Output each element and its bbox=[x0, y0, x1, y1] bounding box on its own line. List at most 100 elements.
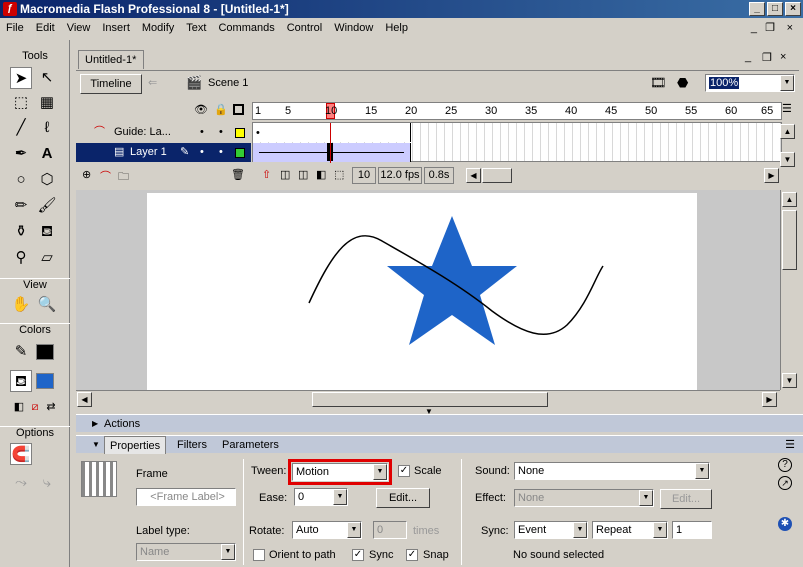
layer-visible-dot[interactable]: • bbox=[200, 143, 204, 162]
layer-outline-swatch[interactable] bbox=[235, 148, 245, 158]
center-frame-icon[interactable]: ⇧ bbox=[262, 168, 271, 181]
doc-restore-button[interactable]: ❐ bbox=[759, 18, 781, 38]
brush-tool-icon[interactable]: 🖌 bbox=[36, 195, 58, 217]
sound-sync-select[interactable]: Event ▼ bbox=[514, 521, 588, 539]
tab-properties[interactable]: Properties bbox=[104, 436, 167, 454]
zoom-tool-icon[interactable]: 🔍 bbox=[36, 294, 58, 316]
add-guide-icon[interactable]: ⌒ bbox=[100, 168, 111, 184]
repeat-count-input[interactable]: 1 bbox=[672, 521, 712, 539]
panel-restore-icon[interactable]: ❐ bbox=[762, 51, 772, 64]
free-transform-tool-icon[interactable]: ⬚ bbox=[10, 92, 32, 114]
menu-text[interactable]: Text bbox=[180, 18, 212, 38]
ease-edit-button[interactable]: Edit... bbox=[376, 488, 430, 508]
layer-lock-dot[interactable]: • bbox=[219, 123, 223, 142]
timeline-scroll-down[interactable]: ▼ bbox=[780, 152, 795, 167]
oval-tool-icon[interactable]: ○ bbox=[10, 169, 32, 191]
text-tool-icon[interactable]: A bbox=[36, 143, 58, 165]
arrow-tool-icon[interactable]: ➤ bbox=[10, 67, 32, 89]
insert-folder-icon[interactable]: 🗀 bbox=[118, 168, 129, 187]
layer-outline-swatch[interactable] bbox=[235, 128, 245, 138]
tab-filters[interactable]: Filters bbox=[177, 436, 207, 454]
timeline-scroll-up[interactable]: ▲ bbox=[780, 124, 795, 139]
stage-scroll-down[interactable]: ▼ bbox=[782, 373, 797, 388]
paint-bucket-tool-icon[interactable]: ⛾ bbox=[36, 221, 58, 243]
tween-select[interactable]: Motion ▼ bbox=[292, 463, 388, 481]
document-tab[interactable]: Untitled-1* bbox=[78, 50, 144, 69]
timeline-menu-icon[interactable]: ☰ bbox=[782, 102, 792, 115]
stage-hscroll[interactable]: ◀ ▶ bbox=[76, 390, 780, 407]
fps-field[interactable]: 12.0 fps bbox=[378, 167, 422, 184]
menu-help[interactable]: Help bbox=[379, 18, 414, 38]
zoom-select[interactable]: 100% ▼ bbox=[705, 74, 795, 92]
outline-icon[interactable] bbox=[233, 104, 244, 115]
snap-checkbox[interactable]: ✓ bbox=[406, 549, 418, 561]
repeat-select[interactable]: Repeat ▼ bbox=[592, 521, 668, 539]
fill-color-swatch[interactable] bbox=[36, 373, 54, 389]
tab-parameters[interactable]: Parameters bbox=[222, 436, 279, 454]
lock-icon[interactable]: 🔒 bbox=[214, 103, 228, 116]
scale-checkbox[interactable]: ✓ bbox=[398, 465, 410, 477]
panel-options-icon[interactable]: ☰ bbox=[785, 436, 795, 454]
timeline-scroll-left[interactable]: ◀ bbox=[466, 168, 481, 183]
menu-control[interactable]: Control bbox=[281, 18, 328, 38]
timeline-hscroll-thumb[interactable] bbox=[482, 168, 512, 183]
menu-modify[interactable]: Modify bbox=[136, 18, 180, 38]
stage[interactable] bbox=[147, 193, 697, 390]
menu-insert[interactable]: Insert bbox=[96, 18, 136, 38]
tween-frame-span[interactable] bbox=[253, 143, 411, 162]
onion-markers-icon[interactable]: ⬚ bbox=[334, 168, 344, 181]
panel-close-icon[interactable]: × bbox=[780, 51, 786, 63]
frame-label-input[interactable]: <Frame Label> bbox=[136, 488, 236, 506]
menu-view[interactable]: View bbox=[61, 18, 97, 38]
timeline-scroll-right[interactable]: ▶ bbox=[764, 168, 779, 183]
sound-select[interactable]: None ▼ bbox=[514, 462, 710, 480]
actions-panel-header[interactable]: ▶ Actions bbox=[76, 414, 803, 432]
collapse-props-icon[interactable]: ▼ bbox=[92, 436, 100, 454]
close-button[interactable]: × bbox=[785, 2, 801, 16]
snap-magnet-icon[interactable]: 🧲 bbox=[10, 443, 32, 465]
ink-bottle-tool-icon[interactable]: ⚱ bbox=[10, 221, 32, 243]
line-tool-icon[interactable]: ╱ bbox=[10, 117, 32, 139]
menu-file[interactable]: File bbox=[0, 18, 30, 38]
stage-scroll-left[interactable]: ◀ bbox=[77, 392, 92, 407]
stroke-color-swatch[interactable] bbox=[36, 344, 54, 360]
sync-checkbox[interactable]: ✓ bbox=[352, 549, 364, 561]
minimize-button[interactable]: _ bbox=[749, 2, 765, 16]
edit-symbols-icon[interactable]: ⬣ bbox=[677, 75, 688, 91]
frame-ruler[interactable]: 1 5 10 15 20 25 30 35 40 45 50 55 60 65 bbox=[252, 102, 782, 120]
eye-icon[interactable]: 👁 bbox=[194, 103, 208, 116]
edit-scene-icon[interactable]: 🎞 bbox=[650, 75, 667, 91]
frames-grid[interactable]: • bbox=[252, 122, 782, 163]
lasso-tool-icon[interactable]: ℓ bbox=[36, 117, 58, 139]
stage-hscroll-thumb[interactable] bbox=[312, 392, 548, 407]
onion-outline-icon[interactable]: ◫ bbox=[298, 168, 308, 181]
menu-commands[interactable]: Commands bbox=[212, 18, 280, 38]
insert-layer-icon[interactable]: ⊕ bbox=[82, 168, 91, 181]
blue-star[interactable] bbox=[387, 216, 517, 345]
pencil-tool-icon[interactable]: ✏ bbox=[10, 195, 32, 217]
rotate-select[interactable]: Auto ▼ bbox=[292, 521, 362, 539]
layer-lock-dot[interactable]: • bbox=[219, 143, 223, 162]
layer-visible-dot[interactable]: • bbox=[200, 123, 204, 142]
layer-row-layer1[interactable]: ▤ Layer 1 ✎ • • bbox=[76, 143, 251, 162]
effect-edit-button[interactable]: Edit... bbox=[660, 489, 712, 509]
eyedropper-tool-icon[interactable]: ⚲ bbox=[10, 247, 32, 269]
stage-vscroll[interactable]: ▲ ▼ bbox=[780, 190, 799, 390]
ease-input[interactable]: 0 ▼ bbox=[294, 488, 348, 506]
help-icon[interactable]: ? bbox=[778, 458, 792, 472]
eraser-tool-icon[interactable]: ▱ bbox=[36, 247, 58, 269]
accessibility-person-icon[interactable]: ✱ bbox=[778, 517, 792, 531]
pen-tool-icon[interactable]: ✒ bbox=[10, 143, 32, 165]
maximize-button[interactable]: □ bbox=[767, 2, 783, 16]
stage-vscroll-thumb[interactable] bbox=[782, 210, 797, 270]
doc-close-button[interactable]: × bbox=[781, 18, 799, 38]
accessibility-icon[interactable]: ↗ bbox=[778, 476, 792, 490]
hand-tool-icon[interactable]: ✋ bbox=[10, 294, 32, 316]
polystar-tool-icon[interactable]: ⬡ bbox=[36, 169, 58, 191]
onion-skin-icon[interactable]: ◫ bbox=[280, 168, 290, 181]
stage-scroll-up[interactable]: ▲ bbox=[782, 192, 797, 207]
menu-edit[interactable]: Edit bbox=[30, 18, 61, 38]
guide-frame-span[interactable]: • bbox=[253, 123, 411, 142]
trash-icon[interactable]: 🗑 bbox=[231, 168, 245, 181]
timeline-button[interactable]: Timeline bbox=[80, 74, 142, 94]
